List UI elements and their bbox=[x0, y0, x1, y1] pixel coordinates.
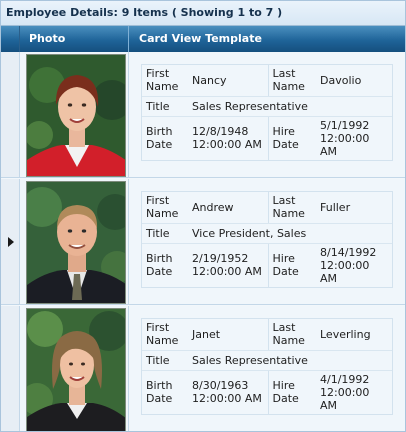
employee-card: First Name Janet Last Name Leverling Tit… bbox=[141, 318, 393, 415]
birth-date-value: 2/19/1952 12:00:00 AM bbox=[188, 243, 269, 287]
grid-caption: Employee Details: 9 Items ( Showing 1 to… bbox=[1, 1, 405, 26]
employee-card: First Name Nancy Last Name Davolio Title… bbox=[141, 64, 393, 161]
last-name-label: Last Name bbox=[267, 65, 316, 97]
title-label: Title bbox=[142, 96, 188, 117]
row-indicator[interactable] bbox=[1, 52, 20, 177]
hire-date-value: 5/1/1992 12:00:00 AM bbox=[320, 118, 370, 158]
birth-date-label: Birth Date bbox=[146, 125, 173, 152]
title-value: Sales Representative bbox=[188, 96, 392, 117]
hire-date-value: 8/14/1992 12:00:00 AM bbox=[320, 245, 377, 285]
column-header-card-view[interactable]: Card View Template bbox=[129, 26, 405, 52]
last-name-value: Davolio bbox=[316, 65, 392, 97]
table-row[interactable]: First Name Andrew Last Name Fuller Title… bbox=[1, 179, 405, 305]
birth-date-value: 12/8/1948 12:00:00 AM bbox=[188, 116, 269, 160]
last-name-value: Leverling bbox=[316, 319, 392, 351]
employee-grid: Employee Details: 9 Items ( Showing 1 to… bbox=[0, 0, 406, 432]
photo-cell bbox=[20, 52, 129, 177]
title-label: Title bbox=[142, 223, 188, 244]
row-indicator-header bbox=[1, 26, 20, 52]
title-value: Sales Representative bbox=[188, 350, 392, 371]
hire-date-label: Hire Date bbox=[267, 370, 316, 414]
current-row-arrow-icon bbox=[8, 237, 14, 247]
column-header-photo[interactable]: Photo bbox=[20, 26, 129, 52]
employee-photo bbox=[26, 308, 126, 431]
hire-date-value: 4/1/1992 12:00:00 AM bbox=[320, 372, 370, 412]
birth-date-value: 8/30/1963 12:00:00 AM bbox=[188, 370, 269, 414]
title-value: Vice President, Sales bbox=[188, 223, 392, 244]
last-name-label: Last Name bbox=[267, 192, 316, 224]
last-name-label: Last Name bbox=[267, 319, 316, 351]
first-name-value: Janet bbox=[188, 319, 269, 351]
first-name-value: Andrew bbox=[188, 192, 269, 224]
photo-cell bbox=[20, 306, 129, 431]
grid-header: Photo Card View Template bbox=[1, 26, 405, 52]
employee-photo bbox=[26, 54, 126, 177]
last-name-value: Fuller bbox=[316, 192, 392, 224]
first-name-label: First Name bbox=[142, 319, 188, 351]
hire-date-label: Hire Date bbox=[267, 243, 316, 287]
row-indicator[interactable] bbox=[1, 306, 20, 431]
title-label: Title bbox=[142, 350, 188, 371]
birth-date-label: Birth Date bbox=[146, 379, 173, 406]
first-name-label: First Name bbox=[142, 65, 188, 97]
employee-photo bbox=[26, 181, 126, 304]
table-row[interactable]: First Name Janet Last Name Leverling Tit… bbox=[1, 306, 405, 431]
hire-date-label: Hire Date bbox=[267, 116, 316, 160]
photo-cell bbox=[20, 179, 129, 304]
birth-date-label: Birth Date bbox=[146, 252, 173, 279]
table-row[interactable]: First Name Nancy Last Name Davolio Title… bbox=[1, 52, 405, 178]
employee-card: First Name Andrew Last Name Fuller Title… bbox=[141, 191, 393, 288]
row-indicator[interactable] bbox=[1, 179, 20, 304]
first-name-value: Nancy bbox=[188, 65, 269, 97]
first-name-label: First Name bbox=[142, 192, 188, 224]
